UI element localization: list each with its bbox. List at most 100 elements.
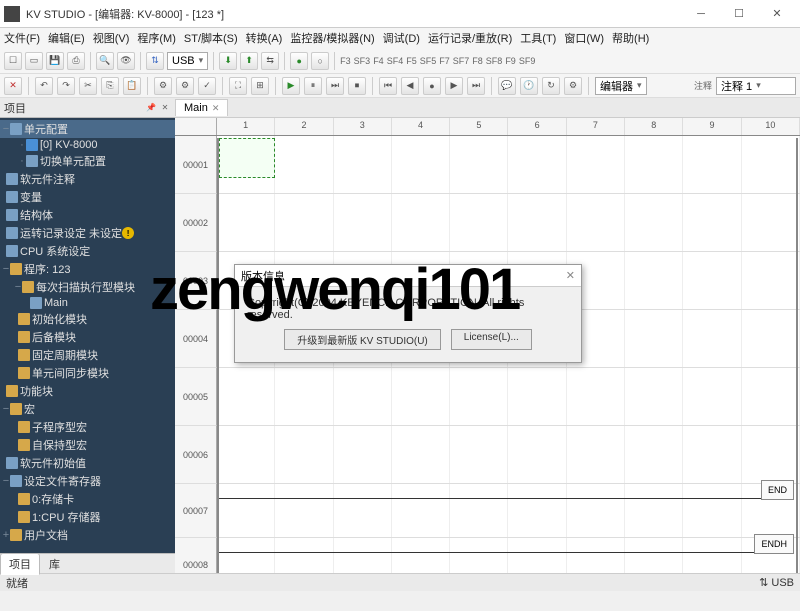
sidebar-tab-library[interactable]: 库 <box>40 553 69 575</box>
run-button[interactable]: ▶ <box>282 77 300 95</box>
stop-button[interactable]: ⏹ <box>348 77 366 95</box>
rec-button[interactable]: ● <box>423 77 441 95</box>
first-button[interactable]: ⏮ <box>379 77 397 95</box>
cut-button[interactable]: ✂ <box>79 77 97 95</box>
pause-button[interactable]: ⏸ <box>304 77 322 95</box>
menu-view[interactable]: 视图(V) <box>93 30 130 46</box>
check-button[interactable]: ✓ <box>198 77 216 95</box>
tree-macro[interactable]: 宏 <box>24 401 35 417</box>
step-button[interactable]: ⏭ <box>326 77 344 95</box>
comment-button[interactable]: 💬 <box>498 77 516 95</box>
upload-button[interactable]: ⬆ <box>240 52 258 70</box>
comment-select[interactable]: 注释 1 <box>716 77 796 95</box>
undo-button[interactable]: ↶ <box>35 77 53 95</box>
tab-close-icon[interactable]: ✕ <box>212 103 220 114</box>
save-button[interactable]: 💾 <box>46 52 64 70</box>
open-button[interactable]: ▭ <box>25 52 43 70</box>
menu-file[interactable]: 文件(F) <box>4 30 40 46</box>
tree-fixed-module[interactable]: 固定周期模块 <box>32 347 98 363</box>
menu-program[interactable]: 程序(M) <box>137 30 176 46</box>
menu-edit[interactable]: 编辑(E) <box>48 30 85 46</box>
last-button[interactable]: ⏭ <box>467 77 485 95</box>
ladder-row[interactable]: 00005 <box>175 368 800 426</box>
tree-memory-card[interactable]: 0:存储卡 <box>32 491 74 507</box>
paste-button[interactable]: 📋 <box>123 77 141 95</box>
tree-self-macro[interactable]: 自保持型宏 <box>32 437 87 453</box>
download-button[interactable]: ⬇ <box>219 52 237 70</box>
dialog-upgrade-button[interactable]: 升级到最新版 KV STUDIO(U) <box>284 329 441 350</box>
settings-button[interactable]: ⚙ <box>564 77 582 95</box>
copy-button[interactable]: ⎘ <box>101 77 119 95</box>
row-number: 00006 <box>175 426 217 484</box>
connection-select[interactable]: USB <box>167 52 208 70</box>
project-tree[interactable]: −单元配置 ·[0] KV-8000 ·切换单元配置 软元件注释 变量 结构体 … <box>0 118 175 553</box>
minimize-button[interactable]: ─ <box>682 2 720 26</box>
tree-backup-module[interactable]: 后备模块 <box>32 329 76 345</box>
tree-sub-macro[interactable]: 子程序型宏 <box>32 419 87 435</box>
tab-main[interactable]: Main ✕ <box>175 99 228 116</box>
ladder-row[interactable]: 00007 <box>175 484 800 538</box>
tree-device-init[interactable]: 软元件初始值 <box>20 455 86 471</box>
close-button[interactable]: ✕ <box>758 2 796 26</box>
menu-tools[interactable]: 工具(T) <box>520 30 556 46</box>
tree-scan-module[interactable]: 每次扫描执行型模块 <box>36 279 135 295</box>
zoom-button[interactable]: ⊞ <box>251 77 269 95</box>
maximize-button[interactable]: ☐ <box>720 2 758 26</box>
sidebar-pin-icon[interactable]: 📌 <box>145 102 157 114</box>
mode-select[interactable]: 编辑器 <box>595 77 647 95</box>
cpu-icon <box>26 139 38 151</box>
verify-button[interactable]: ⇆ <box>261 52 279 70</box>
tree-main[interactable]: Main <box>44 297 68 309</box>
menu-convert[interactable]: 转换(A) <box>246 30 283 46</box>
menu-window[interactable]: 窗口(W) <box>564 30 604 46</box>
sidebar-tab-project[interactable]: 项目 <box>0 553 40 575</box>
tree-cpu-memory[interactable]: 1:CPU 存储器 <box>32 509 100 525</box>
module-icon <box>30 297 42 309</box>
tree-function-block[interactable]: 功能块 <box>20 383 53 399</box>
tree-user-doc[interactable]: 用户文档 <box>24 527 68 543</box>
folder-icon <box>18 331 30 343</box>
preview-button[interactable]: 🔍 <box>96 52 114 70</box>
tree-sync-module[interactable]: 单元间同步模块 <box>32 365 109 381</box>
menu-monitor[interactable]: 监控器/模拟器(N) <box>290 30 374 46</box>
prev-button[interactable]: ◀ <box>401 77 419 95</box>
new-button[interactable]: ☐ <box>4 52 22 70</box>
tree-variable[interactable]: 变量 <box>20 189 42 205</box>
dialog-license-button[interactable]: License(L)... <box>451 329 532 350</box>
menu-st[interactable]: ST/脚本(S) <box>184 30 238 46</box>
ladder-endh-block: ENDH <box>754 534 794 554</box>
col-5: 5 <box>450 118 508 135</box>
col-8: 8 <box>625 118 683 135</box>
offline-button[interactable]: ○ <box>311 52 329 70</box>
zoom-fit-button[interactable]: ⛶ <box>229 77 247 95</box>
search-button[interactable]: 👁 <box>117 52 135 70</box>
close-file-button[interactable]: ✕ <box>4 77 22 95</box>
next-button[interactable]: ▶ <box>445 77 463 95</box>
tree-switch-unit[interactable]: 切换单元配置 <box>40 153 106 169</box>
refresh-button[interactable]: ↻ <box>542 77 560 95</box>
tree-kv8000[interactable]: [0] KV-8000 <box>40 139 98 151</box>
tree-root[interactable]: 单元配置 <box>24 121 68 137</box>
menu-debug[interactable]: 调试(D) <box>383 30 420 46</box>
tree-device-comment[interactable]: 软元件注释 <box>20 171 75 187</box>
ladder-row[interactable]: 00002 <box>175 194 800 252</box>
ladder-row[interactable]: 00008 <box>175 538 800 573</box>
tree-file-register[interactable]: 设定文件寄存器 <box>24 473 101 489</box>
sidebar-close-icon[interactable]: ✕ <box>159 102 171 114</box>
tree-program[interactable]: 程序: 123 <box>24 261 70 277</box>
menu-record[interactable]: 运行记录/重放(R) <box>428 30 512 46</box>
tree-record[interactable]: 运转记录设定 未设定 <box>20 225 122 241</box>
compile-button[interactable]: ⚙ <box>176 77 194 95</box>
clock-button[interactable]: 🕐 <box>520 77 538 95</box>
redo-button[interactable]: ↷ <box>57 77 75 95</box>
print-button[interactable]: ⎙ <box>67 52 85 70</box>
ladder-row[interactable]: 00006 <box>175 426 800 484</box>
dialog-close-icon[interactable]: ✕ <box>566 269 575 282</box>
tree-cpu-setting[interactable]: CPU 系统设定 <box>20 243 90 259</box>
tree-struct[interactable]: 结构体 <box>20 207 53 223</box>
tree-init-module[interactable]: 初始化模块 <box>32 311 87 327</box>
usb-icon[interactable]: ⇅ <box>146 52 164 70</box>
online-button[interactable]: ● <box>290 52 308 70</box>
menu-help[interactable]: 帮助(H) <box>612 30 649 46</box>
convert-button[interactable]: ⚙ <box>154 77 172 95</box>
